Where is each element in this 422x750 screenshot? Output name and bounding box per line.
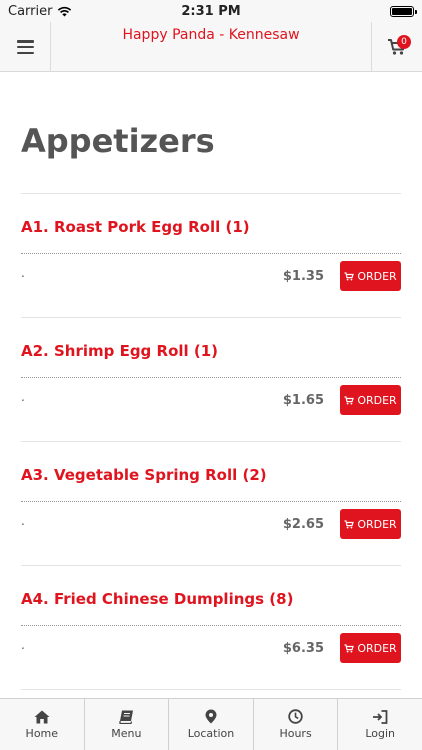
cart-icon <box>344 271 355 280</box>
item-name[interactable]: A3. Vegetable Spring Roll (2) <box>21 466 267 484</box>
item-name[interactable]: A2. Shrimp Egg Roll (1) <box>21 342 218 360</box>
map-pin-icon <box>205 709 217 724</box>
dotted-divider <box>21 253 401 254</box>
clock-icon <box>288 709 303 724</box>
book-icon <box>119 710 133 724</box>
home-icon <box>34 710 50 723</box>
order-button[interactable]: ORDER <box>340 509 401 539</box>
menu-content[interactable]: Appetizers A1. Roast Pork Egg Roll (1) .… <box>0 72 422 698</box>
item-divider <box>21 689 401 690</box>
tab-label: Home <box>25 726 59 740</box>
item-price: $6.35 <box>282 641 324 656</box>
cart-icon <box>344 519 355 528</box>
bottom-tab-bar: Home Menu Location Hours Login <box>0 698 422 750</box>
tab-menu[interactable]: Menu <box>85 699 170 750</box>
order-button[interactable]: ORDER <box>340 261 401 291</box>
cart-button[interactable]: 0 <box>371 22 422 72</box>
dotted-divider <box>21 501 401 502</box>
restaurant-title: Happy Panda - Kennesaw <box>122 27 300 43</box>
order-label: ORDER <box>357 393 397 407</box>
tab-label: Location <box>187 727 235 740</box>
tab-hours[interactable]: Hours <box>254 699 339 750</box>
tab-location[interactable]: Location <box>169 699 254 750</box>
carrier-label: Carrier <box>8 3 53 19</box>
item-price: $2.65 <box>282 517 324 532</box>
tab-label: Login <box>365 726 396 740</box>
order-button[interactable]: ORDER <box>340 385 401 415</box>
login-icon <box>373 709 388 724</box>
tab-login[interactable]: Login <box>338 699 422 750</box>
item-price: $1.65 <box>282 393 324 408</box>
cart-icon <box>344 643 355 652</box>
cart-count-badge: 0 <box>397 35 411 49</box>
menu-item: A3. Vegetable Spring Roll (2) . $2.65 OR… <box>21 442 401 566</box>
status-left: Carrier <box>8 4 72 19</box>
item-description: . <box>21 514 25 528</box>
order-label: ORDER <box>357 269 397 283</box>
menu-item: A2. Shrimp Egg Roll (1) . $1.65 ORDER <box>21 318 401 442</box>
tab-label: Hours <box>279 727 312 740</box>
order-label: ORDER <box>357 641 397 655</box>
order-label: ORDER <box>357 517 397 531</box>
order-button[interactable]: ORDER <box>340 633 401 663</box>
menu-item: A1. Roast Pork Egg Roll (1) . $1.35 ORDE… <box>21 194 401 318</box>
dotted-divider <box>21 377 401 378</box>
item-price: $1.35 <box>282 269 324 284</box>
battery-icon <box>390 5 417 17</box>
wifi-icon <box>58 6 72 16</box>
tab-label: Menu <box>111 726 142 740</box>
status-bar: Carrier 2:31 PM <box>0 0 422 22</box>
item-description: . <box>21 638 25 652</box>
hamburger-icon <box>16 40 34 54</box>
menu-item: A4. Fried Chinese Dumplings (8) . $6.35 … <box>21 566 401 690</box>
item-name[interactable]: A1. Roast Pork Egg Roll (1) <box>21 218 250 236</box>
item-description: . <box>21 390 25 404</box>
tab-home[interactable]: Home <box>0 699 85 750</box>
dotted-divider <box>21 625 401 626</box>
item-description: . <box>21 266 25 280</box>
page-title: Appetizers <box>21 122 215 160</box>
app-header: Happy Panda - Kennesaw 0 <box>0 22 422 72</box>
menu-button[interactable] <box>0 22 51 72</box>
item-name[interactable]: A4. Fried Chinese Dumplings (8) <box>21 590 293 608</box>
cart-icon <box>344 395 355 404</box>
